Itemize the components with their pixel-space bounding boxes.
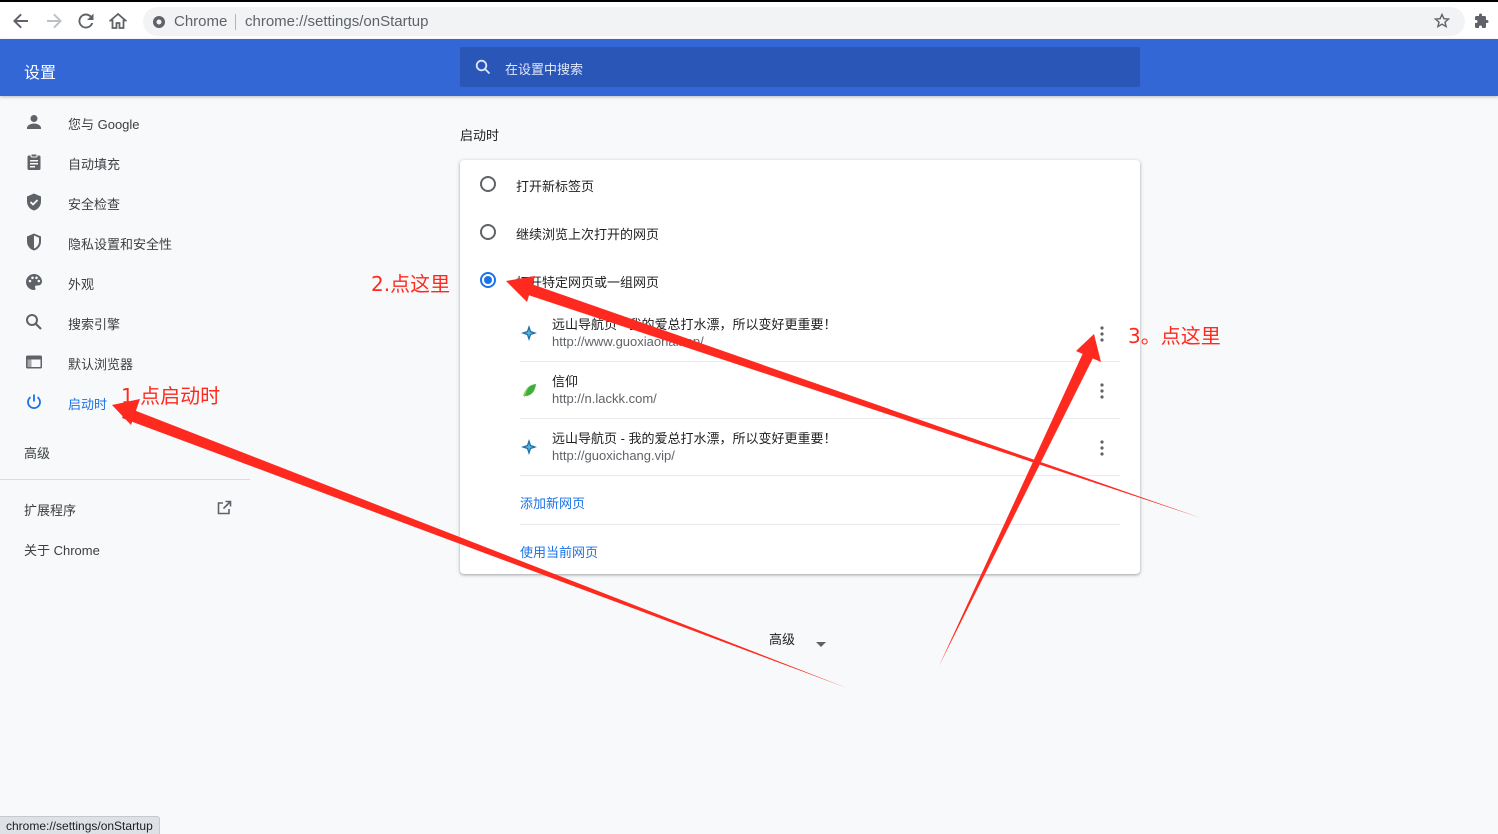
annotation-step-3: 3。点这里 — [1128, 324, 1221, 348]
radio-open-specific-pages[interactable]: 打开特定网页或一组网页 — [460, 256, 1140, 304]
palette-icon — [24, 272, 44, 292]
shield-icon — [24, 232, 44, 252]
page-title-text: 远山导航页 - 我的爱总打水漂，所以变好更重要！ — [552, 431, 837, 446]
settings-header: 设置 在设置中搜索 — [0, 39, 1498, 96]
add-new-page-link[interactable]: 添加新网页 — [520, 493, 585, 512]
shield-check-icon — [24, 192, 44, 212]
page-title-text: 信仰 — [552, 374, 579, 389]
status-bar: chrome://settings/onStartup — [0, 816, 160, 834]
page-url-text: http://www.guoxiaohai.top/ — [552, 334, 704, 349]
sidebar-item-you-and-google[interactable]: 您与 Google — [0, 102, 250, 142]
omnibox-site-label: Chrome — [174, 13, 228, 30]
radio-open-new-tab[interactable]: 打开新标签页 — [460, 160, 1140, 208]
compass-favicon-icon — [520, 324, 538, 342]
back-icon[interactable] — [10, 10, 32, 32]
sidebar-item-label: 外观 — [68, 277, 95, 292]
home-icon[interactable] — [107, 10, 129, 32]
section-title: 启动时 — [460, 128, 500, 143]
reload-icon[interactable] — [75, 10, 97, 32]
open-in-new-icon[interactable] — [216, 500, 232, 521]
sidebar-divider — [0, 479, 250, 480]
sidebar-item-label: 搜索引擎 — [68, 317, 121, 332]
radio-continue-where-left[interactable]: 继续浏览上次打开的网页 — [460, 208, 1140, 256]
omnibox-url[interactable]: chrome://settings/onStartup — [245, 13, 428, 30]
more-actions-icon[interactable] — [1092, 434, 1112, 462]
sidebar-about-chrome[interactable]: 关于 Chrome — [24, 540, 100, 559]
leaf-favicon-icon — [520, 381, 538, 399]
sidebar-item-search-engine[interactable]: 搜索引擎 — [0, 302, 250, 342]
page-title-text: 远山导航页 - 我的爱总打水漂，所以变好更重要！ — [552, 317, 837, 332]
annotation-step-1: 1.点启动时 — [121, 384, 221, 408]
search-icon — [24, 312, 44, 332]
sidebar-item-appearance[interactable]: 外观 — [0, 262, 250, 302]
radio-label: 打开新标签页 — [516, 179, 595, 194]
sidebar-item-label: 自动填充 — [68, 157, 121, 172]
startup-page-row: 信仰 http://n.lackk.com/ — [520, 363, 1120, 419]
person-icon — [24, 112, 44, 132]
omnibox[interactable]: Chrome chrome://settings/onStartup — [143, 7, 1465, 36]
add-page-row: 添加新网页 — [520, 477, 1120, 525]
sidebar-item-default-browser[interactable]: 默认浏览器 — [0, 342, 250, 382]
sidebar-item-privacy[interactable]: 隐私设置和安全性 — [0, 222, 250, 262]
use-current-row: 使用当前网页 — [520, 526, 1120, 574]
page-title: 设置 — [24, 65, 57, 82]
radio-label: 打开特定网页或一组网页 — [516, 275, 660, 290]
star-icon[interactable] — [1431, 10, 1453, 32]
advanced-toggle[interactable]: 高级 — [769, 629, 795, 648]
sidebar-item-autofill[interactable]: 自动填充 — [0, 142, 250, 182]
sidebar-item-label: 隐私设置和安全性 — [68, 237, 173, 252]
startup-card: 打开新标签页 继续浏览上次打开的网页 打开特定网页或一组网页 远山导航页 - 我… — [460, 160, 1140, 574]
startup-page-row: 远山导航页 - 我的爱总打水漂，所以变好更重要！ http://guoxicha… — [520, 420, 1120, 476]
radio-button[interactable] — [480, 272, 496, 288]
sidebar-extensions[interactable]: 扩展程序 — [24, 500, 76, 519]
sidebar-item-label: 默认浏览器 — [68, 357, 134, 372]
more-actions-icon[interactable] — [1092, 320, 1112, 348]
sidebar-item-label: 安全检查 — [68, 197, 121, 212]
search-icon — [475, 59, 491, 80]
search-placeholder: 在设置中搜索 — [505, 62, 584, 77]
radio-button[interactable] — [480, 176, 496, 192]
browser-icon — [24, 352, 44, 372]
use-current-pages-link[interactable]: 使用当前网页 — [520, 542, 598, 561]
browser-toolbar: Chrome chrome://settings/onStartup — [0, 0, 1498, 39]
more-actions-icon[interactable] — [1092, 377, 1112, 405]
startup-page-row: 远山导航页 - 我的爱总打水漂，所以变好更重要！ http://www.guox… — [520, 306, 1120, 362]
omnibox-divider — [235, 14, 236, 30]
sidebar-item-label: 启动时 — [68, 397, 108, 412]
site-info-icon[interactable] — [152, 15, 166, 34]
settings-search-input[interactable]: 在设置中搜索 — [460, 47, 1140, 87]
forward-icon[interactable] — [43, 10, 65, 32]
sidebar-item-safety-check[interactable]: 安全检查 — [0, 182, 250, 222]
radio-button[interactable] — [480, 224, 496, 240]
chevron-down-icon[interactable] — [816, 635, 826, 653]
clipboard-icon — [24, 152, 44, 172]
extensions-icon[interactable] — [1471, 10, 1493, 32]
sidebar-item-label: 您与 Google — [68, 117, 140, 132]
power-icon — [24, 392, 44, 412]
page-url-text: http://guoxichang.vip/ — [552, 448, 675, 463]
annotation-step-2: 2.点这里 — [371, 272, 451, 296]
sidebar-advanced[interactable]: 高级 — [24, 443, 50, 462]
radio-label: 继续浏览上次打开的网页 — [516, 227, 660, 242]
compass-favicon-icon — [520, 438, 538, 456]
page-url-text: http://n.lackk.com/ — [552, 391, 657, 406]
